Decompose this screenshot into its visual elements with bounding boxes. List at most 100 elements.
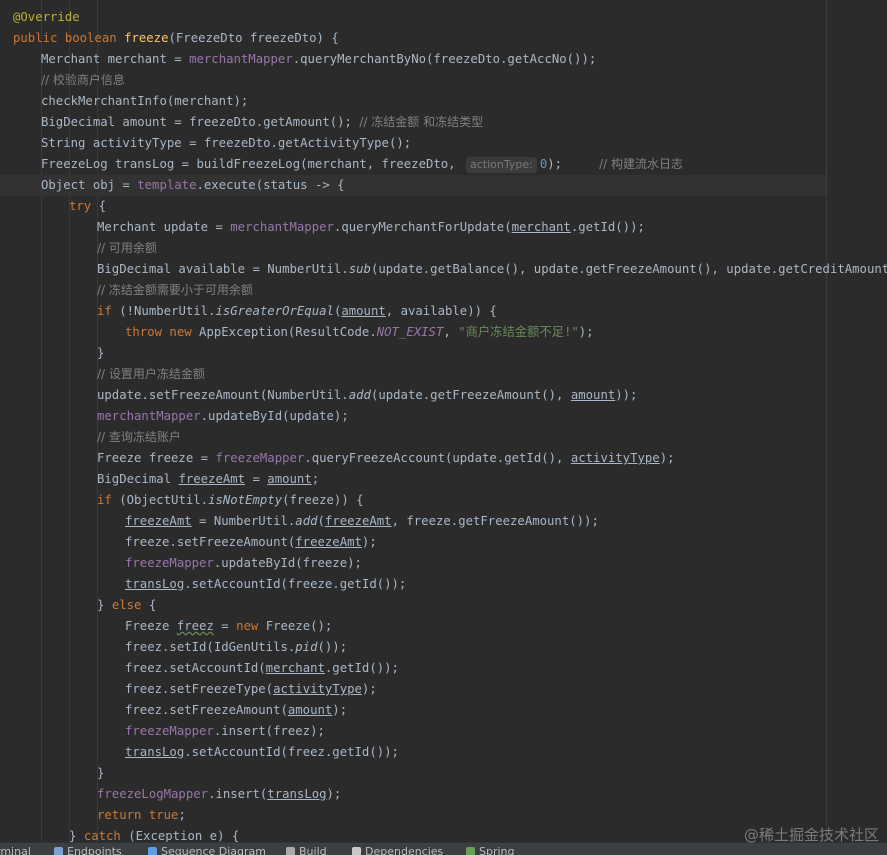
code-line-text: // 设置用户冻结金额 <box>97 364 205 385</box>
code-token: freezeMapper <box>125 556 214 570</box>
code-line[interactable]: update.setFreezeAmount(NumberUtil.add(up… <box>0 385 826 406</box>
code-token: .updateById(update); <box>200 409 349 423</box>
code-line[interactable]: } else { <box>0 595 826 616</box>
code-token: ); <box>547 157 600 171</box>
code-token: (update.getFreezeAmount(), <box>370 388 571 402</box>
code-line[interactable]: // 校验商户信息 <box>0 70 826 91</box>
code-line-text: // 可用余额 <box>97 238 157 259</box>
code-token: ); <box>332 703 348 717</box>
code-line[interactable]: } <box>0 763 826 784</box>
code-token: } <box>97 346 105 360</box>
code-line[interactable]: BigDecimal amount = freezeDto.getAmount(… <box>0 112 826 133</box>
code-token: } <box>69 829 84 842</box>
code-line-text: BigDecimal freezeAmt = amount; <box>97 469 319 490</box>
code-line[interactable]: // 冻结金额需要小于可用余额 <box>0 280 826 301</box>
code-token: } <box>97 598 112 612</box>
code-line[interactable]: merchantMapper.updateById(update); <box>0 406 826 427</box>
code-line[interactable]: Freeze freez = new Freeze(); <box>0 616 826 637</box>
code-token: freezeLogMapper <box>97 787 209 801</box>
code-line[interactable]: freezeAmt = NumberUtil.add(freezeAmt, fr… <box>0 511 826 532</box>
code-token: NOT_EXIST <box>376 325 444 339</box>
tool-window-spring[interactable]: Spring <box>466 843 515 855</box>
code-line[interactable]: freezeMapper.insert(freez); <box>0 721 826 742</box>
code-line-text: FreezeLog transLog = buildFreezeLog(merc… <box>41 154 683 175</box>
code-token: Merchant update = <box>97 220 231 234</box>
code-line-text: try { <box>69 196 106 217</box>
code-token: amount <box>267 472 312 486</box>
code-line-text: freezeMapper.insert(freez); <box>125 721 325 742</box>
code-token: freezeAmt <box>178 472 246 486</box>
code-token: .queryFreezeAccount(update.getId(), <box>304 451 571 465</box>
code-line[interactable]: // 设置用户冻结金额 <box>0 364 826 385</box>
code-line-text: String activityType = freezeDto.getActiv… <box>41 133 411 154</box>
code-token: merchant <box>265 661 325 675</box>
tool-window-rminal[interactable]: rminal <box>0 843 31 855</box>
code-token: freeze <box>124 31 169 45</box>
code-line[interactable]: transLog.setAccountId(freez.getId()); <box>0 742 826 763</box>
code-token: transLog <box>267 787 327 801</box>
code-line[interactable]: if (ObjectUtil.isNotEmpty(freeze)) { <box>0 490 826 511</box>
code-token: // 冻结金额 和冻结类型 <box>359 115 484 129</box>
code-line[interactable]: freeze.setFreezeAmount(freezeAmt); <box>0 532 826 553</box>
code-line[interactable]: BigDecimal available = NumberUtil.sub(up… <box>0 259 887 280</box>
code-token: ); <box>361 535 377 549</box>
code-token: // 设置用户冻结金额 <box>97 367 205 381</box>
code-token: } <box>97 766 105 780</box>
tool-window-dependencies[interactable]: Dependencies <box>352 843 443 855</box>
tool-window-endpoints[interactable]: Endpoints <box>54 843 122 855</box>
code-line-text: Freeze freez = new Freeze(); <box>125 616 332 637</box>
code-line[interactable]: @Override <box>0 7 826 28</box>
code-token: (update.getBalance(), update.getFreezeAm… <box>370 262 887 276</box>
code-line[interactable]: freez.setId(IdGenUtils.pid()); <box>0 637 826 658</box>
code-editor[interactable]: @Override public boolean freeze(FreezeDto… <box>0 0 887 842</box>
code-line[interactable]: try { <box>0 196 826 217</box>
code-token: add <box>295 514 318 528</box>
code-token: Freeze freeze = <box>97 451 216 465</box>
code-token: amount <box>287 703 333 717</box>
code-line[interactable]: freez.setFreezeType(activityType); <box>0 679 826 700</box>
code-line[interactable]: freezeMapper.updateById(freeze); <box>0 553 826 574</box>
code-token: template <box>137 178 197 192</box>
code-line-text: freez.setAccountId(merchant.getId()); <box>125 658 399 679</box>
tool-window-build[interactable]: Build <box>286 843 327 855</box>
code-token: freez.setAccountId( <box>125 661 266 675</box>
code-line[interactable]: if (!NumberUtil.isGreaterOrEqual(amount,… <box>0 301 826 322</box>
code-token: if <box>97 493 112 507</box>
code-token: amount <box>570 388 616 402</box>
code-line[interactable]: Merchant merchant = merchantMapper.query… <box>0 49 826 70</box>
code-token: .getId()); <box>570 220 645 234</box>
code-line[interactable]: FreezeLog transLog = buildFreezeLog(merc… <box>0 154 826 175</box>
code-line[interactable]: } <box>0 343 826 364</box>
code-line-text: transLog.setAccountId(freez.getId()); <box>125 742 399 763</box>
code-token: activityType <box>273 682 362 696</box>
code-line[interactable]: freez.setFreezeAmount(amount); <box>0 700 826 721</box>
code-token: if <box>97 304 112 318</box>
code-line[interactable]: Object obj = template.execute(status -> … <box>0 175 826 196</box>
code-line-text: // 查询冻结账户 <box>97 427 181 448</box>
code-line-text: public boolean freeze(FreezeDto freezeDt… <box>13 28 339 49</box>
code-line[interactable]: return true; <box>0 805 826 826</box>
code-line[interactable]: // 可用余额 <box>0 238 826 259</box>
code-line[interactable]: freez.setAccountId(merchant.getId()); <box>0 658 826 679</box>
code-line[interactable]: Freeze freeze = freezeMapper.queryFreeze… <box>0 448 826 469</box>
code-line-text: BigDecimal amount = freezeDto.getAmount(… <box>41 112 483 133</box>
code-line[interactable]: freezeLogMapper.insert(transLog); <box>0 784 826 805</box>
code-token: amount <box>341 304 386 318</box>
code-line[interactable]: transLog.setAccountId(freeze.getId()); <box>0 574 826 595</box>
code-line-text: Merchant merchant = merchantMapper.query… <box>41 49 596 70</box>
code-token: = <box>213 619 237 633</box>
code-line[interactable]: Merchant update = merchantMapper.queryMe… <box>0 217 826 238</box>
code-line-text: freez.setId(IdGenUtils.pid()); <box>125 637 347 658</box>
code-token: freezeAmt <box>324 514 392 528</box>
code-line[interactable]: checkMerchantInfo(merchant); <box>0 91 826 112</box>
code-token: Object obj = <box>41 178 138 192</box>
code-line[interactable]: throw new AppException(ResultCode.NOT_EX… <box>0 322 826 343</box>
code-line[interactable]: // 查询冻结账户 <box>0 427 826 448</box>
code-token: freez <box>176 619 214 633</box>
code-line[interactable]: String activityType = freezeDto.getActiv… <box>0 133 826 154</box>
code-line[interactable]: public boolean freeze(FreezeDto freezeDt… <box>0 28 826 49</box>
code-token: ); <box>578 325 594 339</box>
tool-window-sequence-diagram[interactable]: Sequence Diagram <box>148 843 266 855</box>
code-line[interactable]: } catch (Exception e) { <box>0 826 826 842</box>
code-line[interactable]: BigDecimal freezeAmt = amount; <box>0 469 826 490</box>
